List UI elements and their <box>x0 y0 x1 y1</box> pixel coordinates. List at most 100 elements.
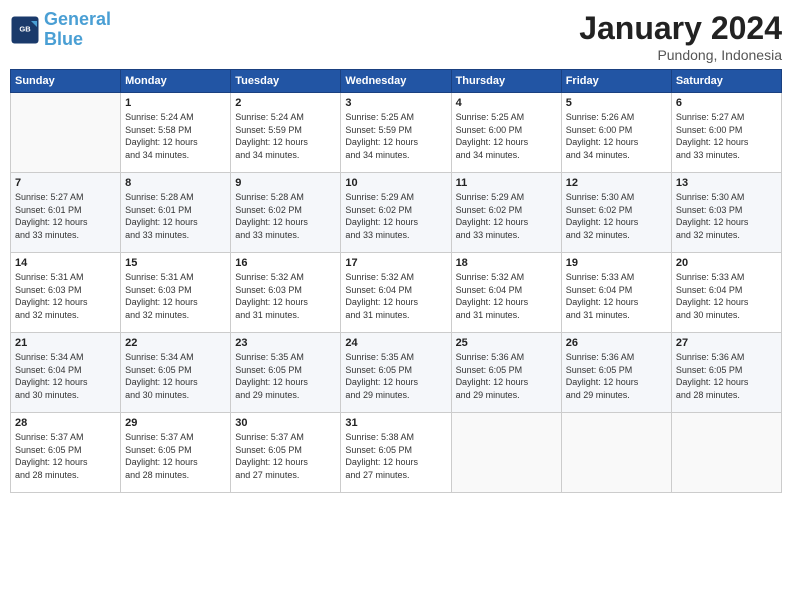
day-number: 6 <box>676 97 777 109</box>
month-title: January 2024 <box>579 10 782 47</box>
calendar-header-cell: Monday <box>121 70 231 93</box>
calendar-cell: 22 Sunrise: 5:34 AM Sunset: 6:05 PM Dayli… <box>121 333 231 413</box>
day-number: 17 <box>345 257 446 269</box>
calendar-cell <box>11 93 121 173</box>
calendar-cell: 24 Sunrise: 5:35 AM Sunset: 6:05 PM Dayli… <box>341 333 451 413</box>
day-number: 30 <box>235 417 336 429</box>
calendar-cell: 16Sunrise: 5:32 AM Sunset: 6:03 PM Dayli… <box>231 253 341 333</box>
calendar-cell: 3 Sunrise: 5:25 AM Sunset: 5:59 PM Daylig… <box>341 93 451 173</box>
calendar-cell: 17 Sunrise: 5:32 AM Sunset: 6:04 PM Dayli… <box>341 253 451 333</box>
day-number: 18 <box>456 257 557 269</box>
calendar-cell: 12 Sunrise: 5:30 AM Sunset: 6:02 PM Dayli… <box>561 173 671 253</box>
calendar-cell: 25 Sunrise: 5:36 AM Sunset: 6:05 PM Dayli… <box>451 333 561 413</box>
calendar-header-cell: Tuesday <box>231 70 341 93</box>
day-info: Sunrise: 5:32 AM Sunset: 6:04 PM Dayligh… <box>345 271 446 321</box>
logo-text1: General <box>44 9 111 29</box>
calendar-cell: 15 Sunrise: 5:31 AM Sunset: 6:03 PM Dayli… <box>121 253 231 333</box>
day-number: 22 <box>125 337 226 349</box>
calendar-cell: 28 Sunrise: 5:37 AM Sunset: 6:05 PM Dayli… <box>11 413 121 493</box>
day-number: 10 <box>345 177 446 189</box>
logo-text: General Blue <box>44 10 111 50</box>
day-info: Sunrise: 5:31 AM Sunset: 6:03 PM Dayligh… <box>15 271 116 321</box>
day-number: 28 <box>15 417 116 429</box>
calendar-header-cell: Wednesday <box>341 70 451 93</box>
calendar-week-row: 1Sunrise: 5:24 AM Sunset: 5:58 PM Daylig… <box>11 93 782 173</box>
day-number: 7 <box>15 177 116 189</box>
logo-icon: GB <box>10 15 40 45</box>
calendar-cell: 10 Sunrise: 5:29 AM Sunset: 6:02 PM Dayli… <box>341 173 451 253</box>
calendar-cell: 11 Sunrise: 5:29 AM Sunset: 6:02 PM Dayli… <box>451 173 561 253</box>
day-number: 11 <box>456 177 557 189</box>
day-info: Sunrise: 5:30 AM Sunset: 6:02 PM Dayligh… <box>566 191 667 241</box>
calendar-week-row: 14 Sunrise: 5:31 AM Sunset: 6:03 PM Dayli… <box>11 253 782 333</box>
calendar-week-row: 28 Sunrise: 5:37 AM Sunset: 6:05 PM Dayli… <box>11 413 782 493</box>
day-number: 26 <box>566 337 667 349</box>
day-number: 23 <box>235 337 336 349</box>
day-number: 24 <box>345 337 446 349</box>
calendar-cell: 21Sunrise: 5:34 AM Sunset: 6:04 PM Dayli… <box>11 333 121 413</box>
day-info: Sunrise: 5:24 AM Sunset: 5:59 PM Dayligh… <box>235 111 336 161</box>
day-info: Sunrise: 5:27 AM Sunset: 6:00 PM Dayligh… <box>676 111 777 161</box>
calendar-cell: 4 Sunrise: 5:25 AM Sunset: 6:00 PM Daylig… <box>451 93 561 173</box>
day-number: 29 <box>125 417 226 429</box>
day-info: Sunrise: 5:36 AM Sunset: 6:05 PM Dayligh… <box>456 351 557 401</box>
day-info: Sunrise: 5:35 AM Sunset: 6:05 PM Dayligh… <box>235 351 336 401</box>
calendar-cell <box>561 413 671 493</box>
day-info: Sunrise: 5:30 AM Sunset: 6:03 PM Dayligh… <box>676 191 777 241</box>
page-header: GB General Blue January 2024 Pundong, In… <box>10 10 782 63</box>
day-info: Sunrise: 5:36 AM Sunset: 6:05 PM Dayligh… <box>566 351 667 401</box>
day-info: Sunrise: 5:35 AM Sunset: 6:05 PM Dayligh… <box>345 351 446 401</box>
day-info: Sunrise: 5:25 AM Sunset: 6:00 PM Dayligh… <box>456 111 557 161</box>
calendar-cell: 27Sunrise: 5:36 AM Sunset: 6:05 PM Dayli… <box>671 333 781 413</box>
day-number: 4 <box>456 97 557 109</box>
day-number: 21 <box>15 337 116 349</box>
calendar-cell <box>671 413 781 493</box>
day-number: 2 <box>235 97 336 109</box>
day-info: Sunrise: 5:33 AM Sunset: 6:04 PM Dayligh… <box>566 271 667 321</box>
day-info: Sunrise: 5:31 AM Sunset: 6:03 PM Dayligh… <box>125 271 226 321</box>
calendar-cell: 18 Sunrise: 5:32 AM Sunset: 6:04 PM Dayli… <box>451 253 561 333</box>
day-info: Sunrise: 5:28 AM Sunset: 6:01 PM Dayligh… <box>125 191 226 241</box>
calendar-cell: 6 Sunrise: 5:27 AM Sunset: 6:00 PM Daylig… <box>671 93 781 173</box>
day-number: 31 <box>345 417 446 429</box>
day-info: Sunrise: 5:32 AM Sunset: 6:04 PM Dayligh… <box>456 271 557 321</box>
day-info: Sunrise: 5:26 AM Sunset: 6:00 PM Dayligh… <box>566 111 667 161</box>
calendar-header-cell: Friday <box>561 70 671 93</box>
logo: GB General Blue <box>10 10 111 50</box>
calendar-header-cell: Thursday <box>451 70 561 93</box>
day-info: Sunrise: 5:38 AM Sunset: 6:05 PM Dayligh… <box>345 431 446 481</box>
calendar-cell <box>451 413 561 493</box>
day-info: Sunrise: 5:37 AM Sunset: 6:05 PM Dayligh… <box>235 431 336 481</box>
day-info: Sunrise: 5:33 AM Sunset: 6:04 PM Dayligh… <box>676 271 777 321</box>
calendar-week-row: 21Sunrise: 5:34 AM Sunset: 6:04 PM Dayli… <box>11 333 782 413</box>
day-info: Sunrise: 5:37 AM Sunset: 6:05 PM Dayligh… <box>15 431 116 481</box>
day-number: 25 <box>456 337 557 349</box>
day-info: Sunrise: 5:25 AM Sunset: 5:59 PM Dayligh… <box>345 111 446 161</box>
calendar-cell: 23 Sunrise: 5:35 AM Sunset: 6:05 PM Dayli… <box>231 333 341 413</box>
calendar-table: SundayMondayTuesdayWednesdayThursdayFrid… <box>10 69 782 493</box>
calendar-cell: 13Sunrise: 5:30 AM Sunset: 6:03 PM Dayli… <box>671 173 781 253</box>
day-number: 3 <box>345 97 446 109</box>
calendar-cell: 5Sunrise: 5:26 AM Sunset: 6:00 PM Daylig… <box>561 93 671 173</box>
day-info: Sunrise: 5:34 AM Sunset: 6:05 PM Dayligh… <box>125 351 226 401</box>
svg-text:GB: GB <box>19 24 31 33</box>
calendar-cell: 2 Sunrise: 5:24 AM Sunset: 5:59 PM Daylig… <box>231 93 341 173</box>
calendar-cell: 29Sunrise: 5:37 AM Sunset: 6:05 PM Dayli… <box>121 413 231 493</box>
day-number: 12 <box>566 177 667 189</box>
calendar-cell: 8 Sunrise: 5:28 AM Sunset: 6:01 PM Daylig… <box>121 173 231 253</box>
calendar-cell: 19Sunrise: 5:33 AM Sunset: 6:04 PM Dayli… <box>561 253 671 333</box>
location: Pundong, Indonesia <box>579 47 782 63</box>
day-info: Sunrise: 5:29 AM Sunset: 6:02 PM Dayligh… <box>345 191 446 241</box>
day-info: Sunrise: 5:24 AM Sunset: 5:58 PM Dayligh… <box>125 111 226 161</box>
calendar-cell: 26 Sunrise: 5:36 AM Sunset: 6:05 PM Dayli… <box>561 333 671 413</box>
calendar-header-row: SundayMondayTuesdayWednesdayThursdayFrid… <box>11 70 782 93</box>
day-number: 15 <box>125 257 226 269</box>
calendar-cell: 9Sunrise: 5:28 AM Sunset: 6:02 PM Daylig… <box>231 173 341 253</box>
day-info: Sunrise: 5:29 AM Sunset: 6:02 PM Dayligh… <box>456 191 557 241</box>
calendar-week-row: 7Sunrise: 5:27 AM Sunset: 6:01 PM Daylig… <box>11 173 782 253</box>
day-number: 27 <box>676 337 777 349</box>
day-number: 14 <box>15 257 116 269</box>
day-number: 8 <box>125 177 226 189</box>
day-info: Sunrise: 5:28 AM Sunset: 6:02 PM Dayligh… <box>235 191 336 241</box>
calendar-body: 1Sunrise: 5:24 AM Sunset: 5:58 PM Daylig… <box>11 93 782 493</box>
